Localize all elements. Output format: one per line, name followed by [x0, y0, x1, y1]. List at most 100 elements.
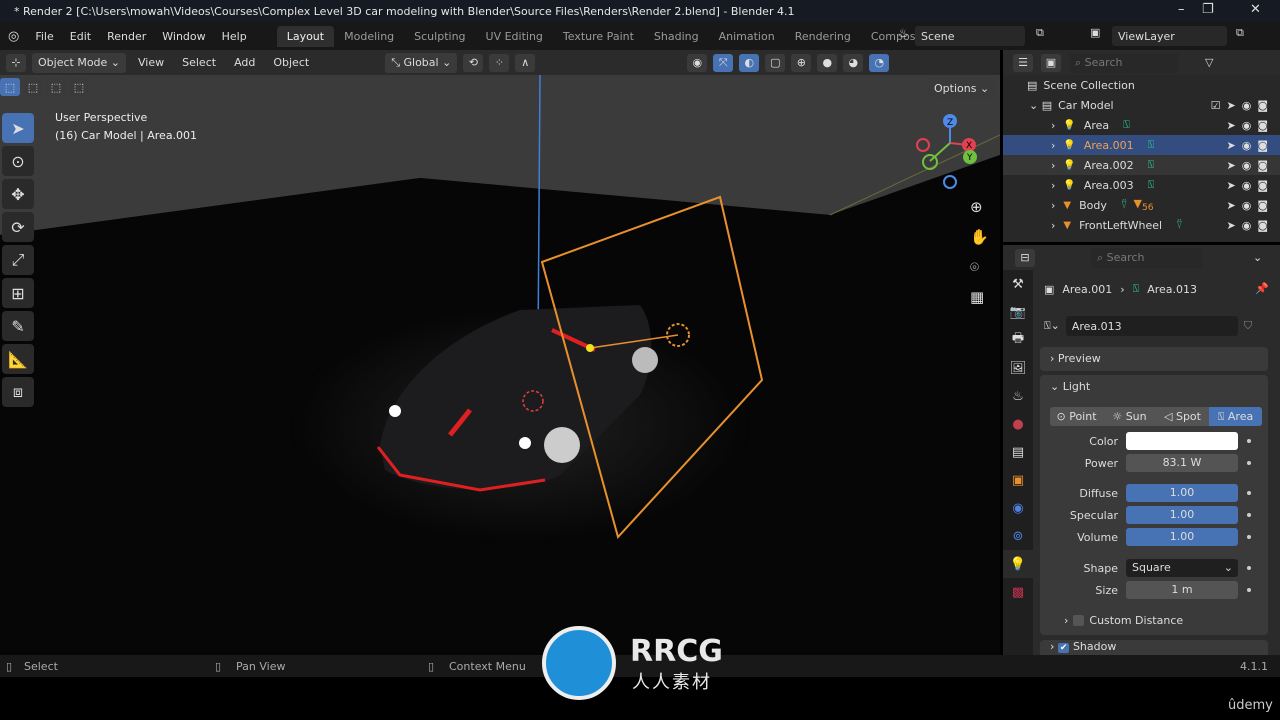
- light-type-area[interactable]: ⍂ Area: [1209, 407, 1262, 426]
- cursor-tool-icon[interactable]: ⊙: [2, 146, 34, 176]
- menu-add[interactable]: Add: [228, 54, 261, 71]
- shadow-panel[interactable]: › ✔ Shadow: [1040, 640, 1268, 655]
- eye-icon[interactable]: ◉: [1242, 199, 1252, 212]
- expand-chevron-icon[interactable]: ›: [1051, 139, 1055, 152]
- select-tool-icon[interactable]: ➤: [2, 113, 34, 143]
- expand-chevron-icon[interactable]: ›: [1051, 219, 1055, 232]
- power-field[interactable]: 83.1 W: [1126, 454, 1238, 472]
- specular-slider[interactable]: 1.00: [1126, 506, 1238, 524]
- filter-icon[interactable]: ▽: [1205, 56, 1213, 69]
- select-icon[interactable]: ➤: [1226, 159, 1235, 172]
- rotate-tool-icon[interactable]: ⟳: [2, 212, 34, 242]
- orientation-selector[interactable]: ⤡ Global ⌄: [385, 52, 458, 73]
- diffuse-slider[interactable]: 1.00: [1126, 484, 1238, 502]
- shadow-checkbox[interactable]: ✔: [1057, 643, 1070, 653]
- chevron-down-icon[interactable]: ⌄: [1253, 251, 1262, 264]
- new-scene-icon[interactable]: ⧉: [1036, 26, 1044, 40]
- tab-shading[interactable]: Shading: [644, 26, 709, 47]
- filter-view-icon[interactable]: ▣: [1041, 53, 1061, 72]
- transform-tool-icon[interactable]: ⊞: [2, 278, 34, 308]
- scene-icon[interactable]: ♨: [898, 26, 909, 40]
- scene-selector[interactable]: Scene: [915, 26, 1025, 46]
- render-camera-icon[interactable]: ◙: [1257, 139, 1268, 152]
- select-intersect-icon[interactable]: ⬚: [69, 78, 89, 96]
- expand-chevron-icon[interactable]: ›: [1051, 159, 1055, 172]
- scene-tab-icon[interactable]: ♨: [1003, 382, 1033, 410]
- eye-icon[interactable]: ◉: [1242, 159, 1252, 172]
- size-field[interactable]: 1 m: [1126, 581, 1238, 599]
- menu-select[interactable]: Select: [176, 54, 222, 71]
- collection-tab-icon[interactable]: ▤: [1003, 438, 1033, 466]
- outliner-item[interactable]: › 💡 Area.002 ⍂ ➤ ◉ ◙: [1003, 155, 1280, 175]
- view-layer-tab-icon[interactable]: 🖼: [1003, 354, 1033, 382]
- editor-type-icon[interactable]: ⊹: [6, 53, 26, 72]
- constraints-tab-icon[interactable]: ⊚: [1003, 522, 1033, 550]
- mode-selector[interactable]: Object Mode ⌄: [32, 52, 127, 73]
- blender-logo-icon[interactable]: ◎: [0, 29, 27, 44]
- expand-chevron-icon[interactable]: ›: [1051, 179, 1055, 192]
- move-tool-icon[interactable]: ✥: [2, 179, 34, 209]
- display-mode-icon[interactable]: ☰: [1013, 53, 1033, 72]
- light-type-spot[interactable]: ◁ Spot: [1156, 407, 1209, 426]
- menu-object[interactable]: Object: [267, 54, 315, 71]
- pin-icon[interactable]: 📌: [1255, 282, 1269, 295]
- snap-icon[interactable]: ⁘: [489, 53, 510, 72]
- light-type-sun[interactable]: ☼ Sun: [1103, 407, 1156, 426]
- wireframe-shading-icon[interactable]: ⊕: [791, 53, 812, 72]
- 3d-viewport[interactable]: Z X Y User Perspective (16) Car Model | …: [0, 75, 1000, 655]
- view-layer-selector[interactable]: ViewLayer: [1112, 26, 1227, 46]
- menu-help[interactable]: Help: [214, 30, 255, 43]
- custom-distance-subpanel[interactable]: › Custom Distance: [1064, 614, 1183, 627]
- scale-tool-icon[interactable]: ⤢: [2, 245, 34, 275]
- annotate-tool-icon[interactable]: ✎: [2, 311, 34, 341]
- pivot-icon[interactable]: ⟲: [463, 53, 484, 72]
- visibility-icon[interactable]: ◉: [687, 53, 708, 72]
- keyframe-dot[interactable]: [1247, 439, 1251, 443]
- select-box-mode-icon[interactable]: ⬚: [0, 78, 20, 96]
- custom-distance-checkbox[interactable]: [1073, 615, 1085, 626]
- zoom-icon[interactable]: ⊕: [970, 198, 983, 216]
- render-camera-icon[interactable]: ◙: [1257, 119, 1268, 132]
- measure-tool-icon[interactable]: 📐: [2, 344, 34, 374]
- world-tab-icon[interactable]: ●: [1003, 410, 1033, 438]
- eye-icon[interactable]: ◉: [1242, 119, 1252, 132]
- view-layer-icon[interactable]: ▣: [1090, 26, 1100, 39]
- properties-search-input[interactable]: ⌕ Search: [1091, 247, 1203, 268]
- outliner-item[interactable]: › 💡 Area ⍂ ➤ ◉ ◙: [1003, 115, 1280, 135]
- select-icon[interactable]: ➤: [1226, 139, 1235, 152]
- shape-dropdown[interactable]: Square ⌄: [1126, 559, 1238, 577]
- close-button[interactable]: ✕: [1250, 2, 1261, 17]
- render-camera-icon[interactable]: ◙: [1257, 159, 1268, 172]
- minimize-button[interactable]: –: [1178, 2, 1185, 17]
- physics-tab-icon[interactable]: ◉: [1003, 494, 1033, 522]
- output-tab-icon[interactable]: 🖶: [1003, 326, 1033, 354]
- rendered-shading-icon[interactable]: ◔: [869, 53, 890, 72]
- render-camera-icon[interactable]: ◙: [1257, 219, 1268, 232]
- options-button[interactable]: Options ⌄: [928, 78, 996, 98]
- outliner-item[interactable]: › 💡 Area.001 ⍂ ➤ ◉ ◙: [1003, 135, 1280, 155]
- select-extend-icon[interactable]: ⬚: [23, 78, 43, 96]
- datablock-name-field[interactable]: Area.013: [1065, 316, 1238, 336]
- menu-window[interactable]: Window: [154, 30, 213, 43]
- render-camera-icon[interactable]: ◙: [1257, 179, 1268, 192]
- tab-modeling[interactable]: Modeling: [334, 26, 404, 47]
- color-swatch[interactable]: [1126, 432, 1238, 450]
- tab-animation[interactable]: Animation: [709, 26, 785, 47]
- texture-tab-icon[interactable]: ▩: [1003, 578, 1033, 606]
- outliner-item[interactable]: › ▼ Body ⍢ ▼56 ➤ ◉ ◙: [1003, 195, 1280, 215]
- outliner-item[interactable]: › ▼ FrontLeftWheel ⍢ ➤ ◉ ◙: [1003, 215, 1280, 235]
- light-data-tab-icon[interactable]: 💡: [1003, 550, 1033, 578]
- eye-icon[interactable]: ◉: [1242, 219, 1252, 232]
- ortho-grid-icon[interactable]: ▦: [970, 288, 984, 306]
- tab-rendering[interactable]: Rendering: [785, 26, 861, 47]
- proportional-edit-icon[interactable]: ∧: [515, 53, 536, 72]
- collection-row[interactable]: ⌄ ▤ Car Model ☑ ➤ ◉ ◙: [1003, 95, 1280, 115]
- tab-layout[interactable]: Layout: [276, 25, 335, 47]
- add-cube-tool-icon[interactable]: ⧈: [2, 377, 34, 407]
- select-icon[interactable]: ➤: [1226, 219, 1235, 232]
- volume-slider[interactable]: 1.00: [1126, 528, 1238, 546]
- select-icon[interactable]: ➤: [1226, 179, 1235, 192]
- object-tab-icon[interactable]: ▣: [1003, 466, 1033, 494]
- datablock-selector[interactable]: ⍂⌄ Area.013 ⛉: [1044, 316, 1252, 336]
- pan-hand-icon[interactable]: ✋: [970, 228, 989, 246]
